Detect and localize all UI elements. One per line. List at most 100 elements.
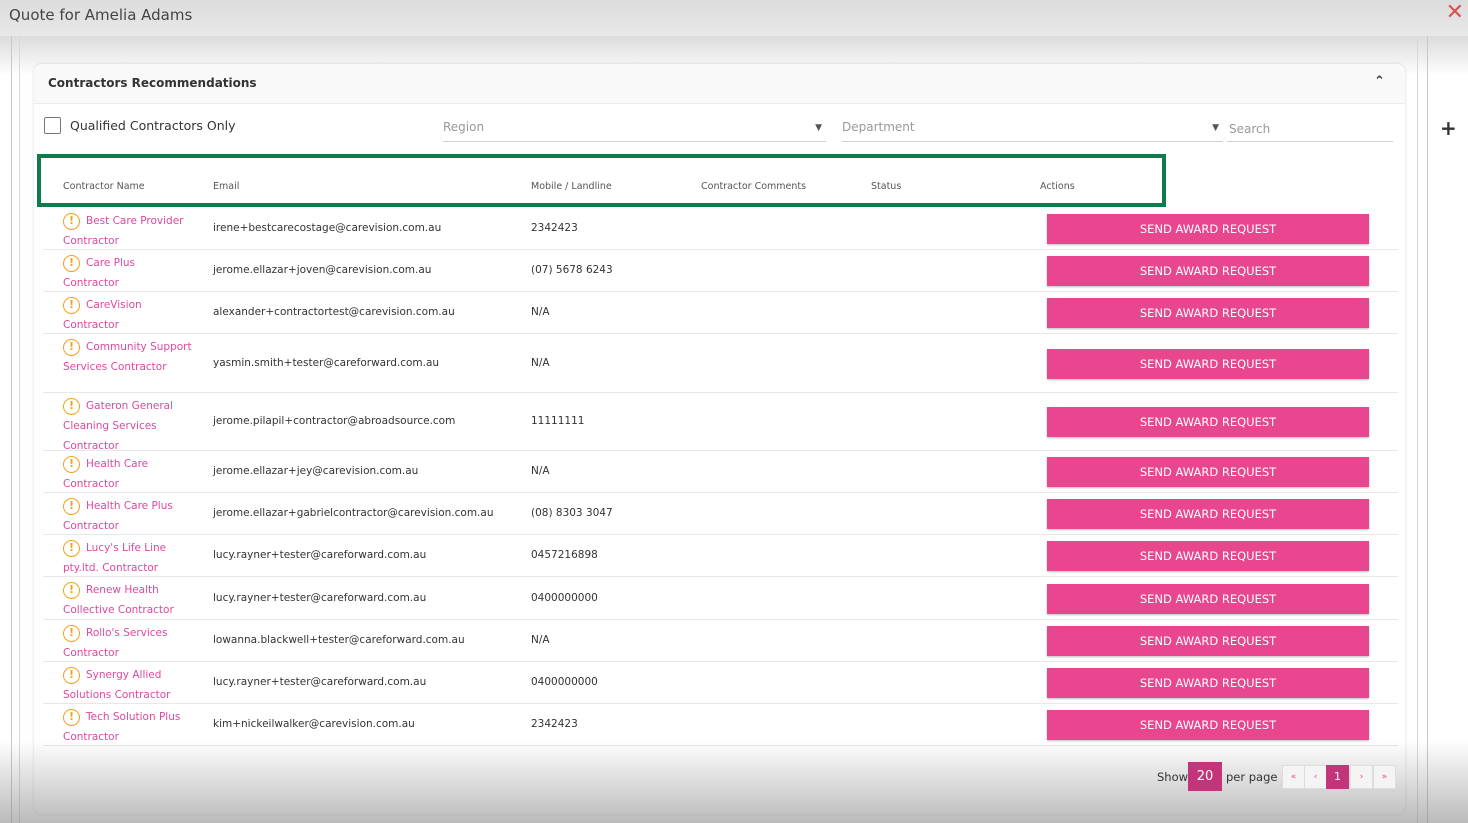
contractor-phone: N/A — [531, 634, 550, 646]
divider — [1427, 36, 1428, 823]
add-icon[interactable]: + — [1440, 116, 1457, 140]
divider — [19, 36, 20, 823]
contractor-email: irene+bestcarecostage@carevision.com.au — [213, 222, 442, 234]
warning-icon: ! — [63, 212, 80, 230]
contractor-name-link[interactable]: ! Lucy's Life Line pty.ltd. Contractor — [63, 538, 193, 578]
warning-icon: ! — [63, 497, 80, 515]
table-row: ! CareVision Contractor alexander+contract… — [43, 292, 1398, 334]
contractor-email: lucy.rayner+tester@careforward.com.au — [213, 676, 427, 688]
contractor-email: lowanna.blackwell+tester@careforward.com… — [213, 634, 465, 646]
contractor-name-link[interactable]: ! Gateron General Cleaning Services Contr… — [63, 396, 193, 456]
prev-page-button[interactable]: ‹ — [1304, 765, 1327, 789]
contractor-name-link[interactable]: ! Health Care Plus Contractor — [63, 496, 193, 536]
contractor-email: jerome.pilapil+contractor@abroadsource.c… — [213, 415, 456, 427]
warning-icon: ! — [63, 338, 80, 356]
contractor-phone: 2342423 — [531, 718, 578, 730]
column-header-actions: Actions — [1040, 181, 1075, 192]
contractor-name-link[interactable]: ! Rollo's Services Contractor — [63, 623, 193, 663]
panel-header[interactable]: Contractors Recommendations ⌃ — [34, 64, 1405, 104]
send-award-request-button[interactable]: SEND AWARD REQUEST — [1047, 214, 1369, 244]
contractor-phone: (07) 5678 6243 — [531, 264, 613, 276]
window-title-bar: Quote for Amelia Adams ✕ — [0, 0, 1468, 36]
send-award-request-button[interactable]: SEND AWARD REQUEST — [1047, 583, 1369, 614]
show-label: Show — [1157, 770, 1189, 784]
page-1-button[interactable]: 1 — [1326, 765, 1349, 789]
contractor-name-link[interactable]: ! Renew Health Collective Contractor — [63, 580, 193, 620]
contractor-email: jerome.ellazar+gabrielcontractor@carevis… — [213, 507, 494, 519]
last-page-button[interactable]: » — [1373, 765, 1396, 789]
close-icon[interactable]: ✕ — [1446, 2, 1464, 24]
contractor-phone: (08) 8303 3047 — [531, 507, 613, 519]
send-award-request-button[interactable]: SEND AWARD REQUEST — [1047, 710, 1369, 740]
table-row: ! Lucy's Life Line pty.ltd. Contractor luc… — [43, 535, 1398, 577]
first-page-button[interactable]: « — [1282, 765, 1305, 789]
contractor-email: jerome.ellazar+jey@carevision.com.au — [213, 465, 419, 477]
contractor-phone: 11111111 — [531, 415, 585, 427]
qualified-only-label: Qualified Contractors Only — [70, 118, 236, 133]
column-header-mobile: Mobile / Landline — [531, 181, 612, 192]
chevron-up-icon[interactable]: ⌃ — [1374, 74, 1385, 89]
region-select[interactable]: Region ▼ — [443, 120, 826, 142]
contractor-table-body: ! Best Care Provider Contractor irene+best… — [43, 208, 1398, 746]
contractor-name-link[interactable]: ! Tech Solution Plus Contractor — [63, 707, 193, 747]
table-row: ! Synergy Allied Solutions Contractor lucy… — [43, 662, 1398, 704]
department-select[interactable]: Department ▼ — [842, 120, 1223, 142]
table-row: ! Best Care Provider Contractor irene+best… — [43, 208, 1398, 250]
contractor-phone: 0400000000 — [531, 591, 598, 604]
next-page-button[interactable]: › — [1350, 765, 1373, 789]
contractor-name: Best Care Provider Contractor — [63, 215, 184, 247]
window-title: Quote for Amelia Adams — [9, 6, 193, 24]
send-award-request-button[interactable]: SEND AWARD REQUEST — [1047, 256, 1369, 286]
contractor-phone: 0400000000 — [531, 676, 598, 688]
warning-icon: ! — [63, 455, 80, 473]
contractor-email: yasmin.smith+tester@careforward.com.au — [213, 356, 440, 369]
warning-icon: ! — [63, 397, 80, 415]
contractor-email: alexander+contractortest@carevision.com.… — [213, 306, 455, 318]
contractor-name-link[interactable]: ! Health Care Contractor — [63, 454, 193, 494]
qualified-only-checkbox[interactable] — [44, 117, 61, 134]
warning-icon: ! — [63, 254, 80, 272]
contractors-panel: Contractors Recommendations ⌃ Qualified … — [34, 64, 1405, 814]
contractor-name-link[interactable]: ! CareVision Contractor — [63, 295, 193, 335]
table-row: ! Tech Solution Plus Contractor kim+nickei… — [43, 704, 1398, 746]
send-award-request-button[interactable]: SEND AWARD REQUEST — [1047, 626, 1369, 656]
search-input[interactable] — [1227, 117, 1393, 142]
contractor-phone: 2342423 — [531, 222, 578, 234]
caret-down-icon: ▼ — [815, 123, 822, 133]
contractor-phone: N/A — [531, 306, 550, 318]
table-row: ! Rollo's Services Contractor lowanna.blac… — [43, 620, 1398, 662]
send-award-request-button[interactable]: SEND AWARD REQUEST — [1047, 668, 1369, 698]
column-header-email: Email — [213, 181, 240, 192]
column-header-contractor-name: Contractor Name — [63, 181, 145, 192]
panel-title: Contractors Recommendations — [48, 76, 257, 90]
per-page-label: per page — [1226, 770, 1278, 784]
send-award-request-button[interactable]: SEND AWARD REQUEST — [1047, 541, 1369, 571]
department-placeholder: Department — [842, 120, 915, 134]
contractor-name-link[interactable]: ! Care Plus Contractor — [63, 253, 193, 293]
contractor-email: kim+nickeilwalker@carevision.com.au — [213, 718, 415, 730]
contractor-name-link[interactable]: ! Best Care Provider Contractor — [63, 211, 193, 251]
divider — [11, 36, 12, 823]
contractor-phone: 0457216898 — [531, 549, 598, 561]
warning-icon: ! — [63, 581, 80, 599]
divider — [1417, 36, 1418, 823]
warning-icon: ! — [63, 666, 80, 684]
contractor-name: Community Support Services Contractor — [63, 341, 192, 373]
column-header-status: Status — [871, 181, 902, 192]
table-row: ! Health Care Contractor jerome.ellazar+je… — [43, 451, 1398, 493]
send-award-request-button[interactable]: SEND AWARD REQUEST — [1047, 499, 1369, 529]
send-award-request-button[interactable]: SEND AWARD REQUEST — [1047, 407, 1369, 437]
warning-icon: ! — [63, 624, 80, 642]
contractor-name: Tech Solution Plus Contractor — [63, 711, 181, 743]
table-row: ! Health Care Plus Contractor jerome.ellaz… — [43, 493, 1398, 535]
send-award-request-button[interactable]: SEND AWARD REQUEST — [1047, 457, 1369, 487]
caret-down-icon: ▼ — [1212, 123, 1219, 133]
contractor-name-link[interactable]: ! Synergy Allied Solutions Contractor — [63, 665, 193, 705]
send-award-request-button[interactable]: SEND AWARD REQUEST — [1047, 348, 1369, 379]
warning-icon: ! — [63, 708, 80, 726]
contractor-name-link[interactable]: ! Community Support Services Contractor — [63, 337, 193, 377]
send-award-request-button[interactable]: SEND AWARD REQUEST — [1047, 298, 1369, 328]
contractor-email: jerome.ellazar+joven@carevision.com.au — [213, 264, 432, 276]
table-row: ! Renew Health Collective Contractor lucy.… — [43, 577, 1398, 620]
per-page-select[interactable]: 20 — [1188, 762, 1222, 791]
